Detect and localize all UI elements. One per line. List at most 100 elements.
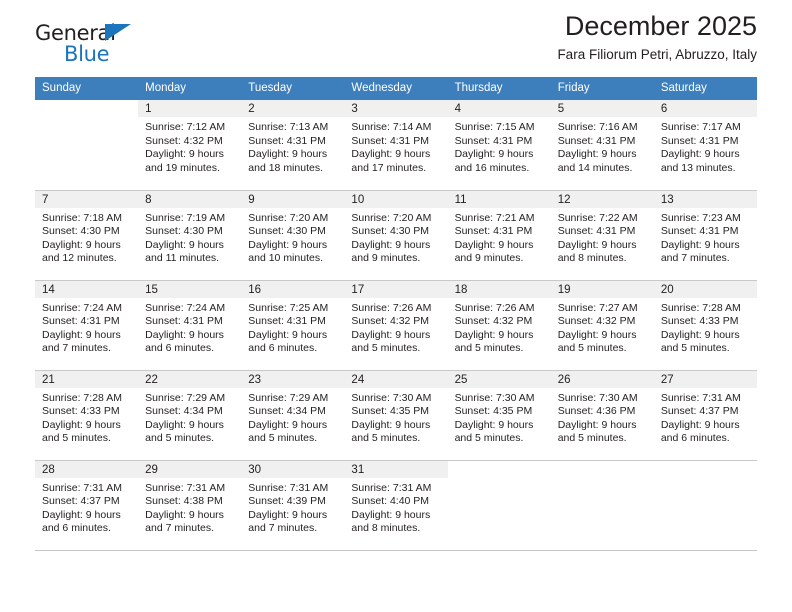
day-detail-line: and 6 minutes. [145, 342, 215, 355]
calendar-day-cell[interactable]: 2 Sunrise: 7:13 AM Sunset: 4:31 PM Daylight… [241, 100, 345, 191]
day-number: 6 [653, 100, 757, 117]
day-detail-line: Sunset: 4:35 PM [454, 405, 533, 418]
calendar-day-cell[interactable]: 11 Sunrise: 7:21 AM Sunset: 4:31 PM Dayligh… [447, 190, 551, 281]
calendar-day-cell[interactable]: 27 Sunrise: 7:31 AM Sunset: 4:37 PM Dayligh… [653, 370, 757, 461]
day-detail-line: Sunrise: 7:29 AM [248, 391, 329, 404]
calendar-day-cell[interactable]: 23 Sunrise: 7:29 AM Sunset: 4:34 PM Dayligh… [241, 370, 345, 461]
day-cell-inner: 23 Sunrise: 7:29 AM Sunset: 4:34 PM Dayligh… [241, 370, 345, 460]
calendar-day-cell[interactable]: 26 Sunrise: 7:30 AM Sunset: 4:36 PM Dayligh… [550, 370, 654, 461]
calendar-day-cell[interactable]: 28 Sunrise: 7:31 AM Sunset: 4:37 PM Dayligh… [35, 460, 139, 551]
day-number: 23 [241, 370, 345, 388]
page-subtitle: Fara Filiorum Petri, Abruzzo, Italy [557, 47, 757, 62]
day-detail-line: Daylight: 9 hours [42, 418, 121, 431]
day-detail-line: and 8 minutes. [557, 252, 627, 265]
day-detail-line: Sunrise: 7:31 AM [660, 391, 741, 404]
day-detail-line: and 7 minutes. [145, 522, 215, 535]
day-details: Sunrise: 7:26 AM Sunset: 4:32 PM Daylight:… [448, 298, 551, 356]
calendar-day-cell[interactable]: 8 Sunrise: 7:19 AM Sunset: 4:30 PM Daylight… [138, 190, 242, 281]
day-detail-line: and 7 minutes. [660, 252, 730, 265]
day-detail-line: Sunrise: 7:31 AM [145, 481, 226, 494]
day-number: 16 [241, 280, 345, 298]
day-detail-line: Sunset: 4:31 PM [557, 225, 636, 238]
day-detail-line: Sunrise: 7:17 AM [660, 121, 741, 133]
day-cell-inner: 3 Sunrise: 7:14 AM Sunset: 4:31 PM Daylight… [344, 100, 448, 189]
day-cell-inner: 12 Sunrise: 7:22 AM Sunset: 4:31 PM Dayligh… [550, 190, 654, 280]
calendar-day-cell[interactable]: 22 Sunrise: 7:29 AM Sunset: 4:34 PM Dayligh… [138, 370, 242, 461]
calendar-day-cell[interactable]: 31 Sunrise: 7:31 AM Sunset: 4:40 PM Dayligh… [344, 460, 448, 551]
day-detail-line: Sunrise: 7:24 AM [145, 301, 226, 314]
calendar-day-cell[interactable]: 1 Sunrise: 7:12 AM Sunset: 4:32 PM Daylight… [138, 100, 242, 191]
calendar-day-cell[interactable]: 3 Sunrise: 7:14 AM Sunset: 4:31 PM Daylight… [344, 100, 448, 191]
day-cell-inner: 14 Sunrise: 7:24 AM Sunset: 4:31 PM Dayligh… [35, 280, 139, 370]
day-detail-line: Daylight: 9 hours [454, 148, 534, 161]
calendar-day-cell[interactable]: 13 Sunrise: 7:23 AM Sunset: 4:31 PM Dayligh… [653, 190, 757, 281]
day-details: Sunrise: 7:16 AM Sunset: 4:31 PM Daylight:… [551, 117, 654, 175]
day-number: 8 [138, 190, 242, 208]
day-detail-line: Sunset: 4:34 PM [248, 405, 326, 418]
day-detail-line: Sunset: 4:31 PM [454, 225, 533, 238]
day-cell-inner: 19 Sunrise: 7:27 AM Sunset: 4:32 PM Dayligh… [550, 280, 654, 370]
day-detail-line: Sunrise: 7:26 AM [454, 301, 535, 314]
day-detail-line: and 6 minutes. [660, 432, 730, 445]
day-detail-line: Daylight: 9 hours [248, 418, 328, 431]
day-detail-line: Sunrise: 7:29 AM [145, 391, 226, 404]
weekday-header-wednesday: Wednesday [344, 77, 448, 100]
day-details: Sunrise: 7:21 AM Sunset: 4:31 PM Daylight:… [448, 208, 551, 266]
calendar-day-cell[interactable]: 24 Sunrise: 7:30 AM Sunset: 4:35 PM Dayligh… [344, 370, 448, 461]
day-cell-inner: 4 Sunrise: 7:15 AM Sunset: 4:31 PM Daylight… [447, 100, 551, 189]
day-detail-line: Sunset: 4:31 PM [248, 134, 326, 147]
day-number: 14 [35, 280, 139, 298]
calendar-day-cell[interactable]: 12 Sunrise: 7:22 AM Sunset: 4:31 PM Dayligh… [550, 190, 654, 281]
day-detail-line: Sunrise: 7:20 AM [248, 211, 329, 224]
day-details: Sunrise: 7:28 AM Sunset: 4:33 PM Daylight:… [654, 298, 757, 356]
day-details: Sunrise: 7:20 AM Sunset: 4:30 PM Daylight:… [344, 208, 447, 266]
day-detail-line: Sunset: 4:31 PM [351, 134, 430, 147]
day-detail-line: Daylight: 9 hours [660, 418, 740, 431]
calendar-day-cell[interactable]: 6 Sunrise: 7:17 AM Sunset: 4:31 PM Daylight… [653, 100, 757, 191]
calendar-day-cell[interactable]: 15 Sunrise: 7:24 AM Sunset: 4:31 PM Dayligh… [138, 280, 242, 371]
day-cell-inner: 20 Sunrise: 7:28 AM Sunset: 4:33 PM Dayligh… [653, 280, 757, 370]
calendar-day-cell[interactable]: 4 Sunrise: 7:15 AM Sunset: 4:31 PM Daylight… [447, 100, 551, 191]
day-detail-line: Daylight: 9 hours [248, 328, 328, 341]
day-detail-line: and 14 minutes. [557, 161, 633, 174]
day-details: Sunrise: 7:31 AM Sunset: 4:37 PM Daylight:… [654, 388, 757, 446]
calendar-day-cell[interactable]: 30 Sunrise: 7:31 AM Sunset: 4:39 PM Dayligh… [241, 460, 345, 551]
calendar-week-row: 14 Sunrise: 7:24 AM Sunset: 4:31 PM Dayligh… [35, 280, 757, 371]
day-cell-inner: 2 Sunrise: 7:13 AM Sunset: 4:31 PM Daylight… [241, 100, 345, 189]
day-detail-line: and 6 minutes. [42, 522, 111, 535]
day-details: Sunrise: 7:24 AM Sunset: 4:31 PM Daylight:… [35, 298, 138, 356]
calendar-day-cell[interactable]: 17 Sunrise: 7:26 AM Sunset: 4:32 PM Dayligh… [344, 280, 448, 371]
calendar-day-cell[interactable]: 18 Sunrise: 7:26 AM Sunset: 4:32 PM Dayligh… [447, 280, 551, 371]
day-detail-line: Sunset: 4:31 PM [145, 315, 223, 328]
day-cell-inner: 8 Sunrise: 7:19 AM Sunset: 4:30 PM Daylight… [138, 190, 242, 280]
day-detail-line: Daylight: 9 hours [248, 508, 328, 521]
day-cell-inner: 22 Sunrise: 7:29 AM Sunset: 4:34 PM Dayligh… [138, 370, 242, 460]
calendar-day-cell[interactable]: 5 Sunrise: 7:16 AM Sunset: 4:31 PM Daylight… [550, 100, 654, 191]
calendar-day-cell[interactable]: 14 Sunrise: 7:24 AM Sunset: 4:31 PM Dayligh… [35, 280, 139, 371]
day-detail-line: Sunset: 4:37 PM [42, 495, 120, 508]
day-detail-line: Sunrise: 7:28 AM [660, 301, 741, 314]
calendar-day-cell[interactable]: 10 Sunrise: 7:20 AM Sunset: 4:30 PM Dayligh… [344, 190, 448, 281]
day-detail-line: and 5 minutes. [557, 432, 627, 445]
calendar-day-cell[interactable]: 9 Sunrise: 7:20 AM Sunset: 4:30 PM Daylight… [241, 190, 345, 281]
calendar-day-cell[interactable]: 25 Sunrise: 7:30 AM Sunset: 4:35 PM Dayligh… [447, 370, 551, 461]
day-number: 11 [447, 190, 551, 208]
day-detail-line: and 13 minutes. [660, 161, 736, 174]
day-detail-line: Sunset: 4:33 PM [42, 405, 120, 418]
title-block: December 2025 Fara Filiorum Petri, Abruz… [557, 10, 757, 65]
calendar-day-cell [653, 460, 757, 551]
calendar-day-cell[interactable]: 16 Sunrise: 7:25 AM Sunset: 4:31 PM Dayligh… [241, 280, 345, 371]
calendar-day-cell[interactable]: 19 Sunrise: 7:27 AM Sunset: 4:32 PM Dayligh… [550, 280, 654, 371]
day-number: 27 [653, 370, 757, 388]
day-number: 28 [35, 460, 139, 478]
calendar-day-cell[interactable]: 7 Sunrise: 7:18 AM Sunset: 4:30 PM Daylight… [35, 190, 139, 281]
day-detail-line: Sunset: 4:32 PM [145, 134, 223, 147]
generalblue-logo: General Blue [35, 22, 155, 72]
calendar-day-cell[interactable]: 29 Sunrise: 7:31 AM Sunset: 4:38 PM Dayligh… [138, 460, 242, 551]
day-detail-line: Daylight: 9 hours [454, 418, 534, 431]
calendar-day-cell[interactable]: 20 Sunrise: 7:28 AM Sunset: 4:33 PM Dayligh… [653, 280, 757, 371]
day-details: Sunrise: 7:12 AM Sunset: 4:32 PM Daylight:… [138, 117, 241, 175]
day-detail-line: Daylight: 9 hours [660, 148, 740, 161]
day-detail-line: and 7 minutes. [42, 342, 111, 355]
calendar-day-cell[interactable]: 21 Sunrise: 7:28 AM Sunset: 4:33 PM Dayligh… [35, 370, 139, 461]
